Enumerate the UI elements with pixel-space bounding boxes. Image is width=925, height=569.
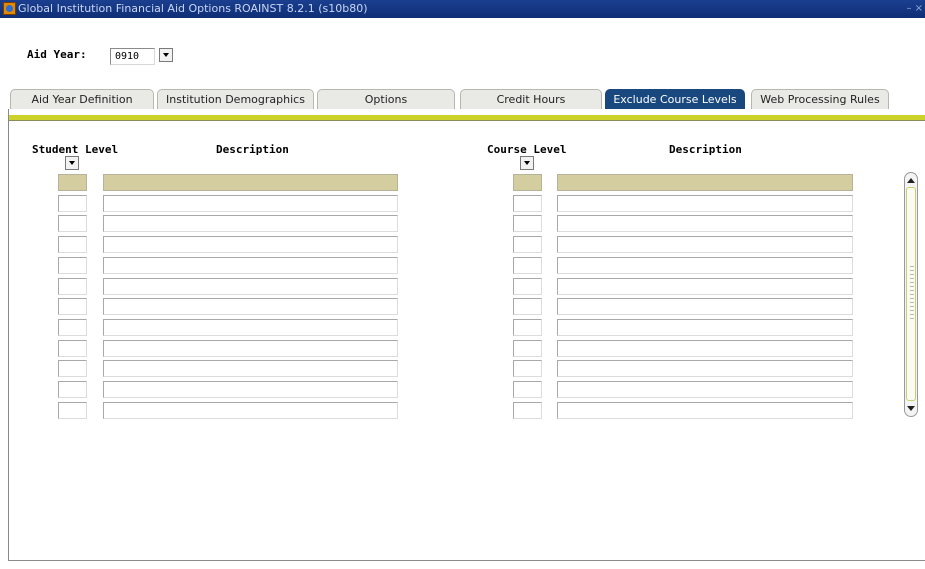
tab-credit-hours[interactable]: Credit Hours [460,89,602,109]
scroll-grip-icon[interactable] [910,266,914,322]
student-level-field[interactable] [58,257,87,274]
student-level-field[interactable] [58,278,87,295]
course-level-field[interactable] [513,381,542,398]
student-level-field[interactable] [58,195,87,212]
student-description-field[interactable] [103,195,398,212]
student-description-field[interactable] [103,340,398,357]
course-description-field[interactable] [557,215,853,232]
scroll-up-icon[interactable] [906,175,916,185]
course-level-field[interactable] [513,298,542,315]
student-level-lov-button[interactable] [65,156,79,170]
student-level-field[interactable] [58,298,87,315]
course-description-field[interactable] [557,319,853,336]
student-description-field[interactable] [103,257,398,274]
section-separator-line [9,120,925,121]
scroll-track[interactable] [906,187,916,401]
student-description-field[interactable] [103,236,398,253]
course-description-field[interactable] [557,360,853,377]
course-description-field[interactable] [557,236,853,253]
window-controls[interactable]: – × [906,0,923,18]
app-icon [3,2,16,15]
course-description-field[interactable] [557,381,853,398]
student-description-field[interactable] [103,278,398,295]
student-level-field[interactable] [58,381,87,398]
student-level-field[interactable] [58,215,87,232]
course-level-lov-button[interactable] [520,156,534,170]
course-level-field[interactable] [513,236,542,253]
student-level-field[interactable] [58,340,87,357]
course-level-field[interactable] [513,174,542,191]
tab-institution-demographics[interactable]: Institution Demographics [157,89,314,109]
course-description-field[interactable] [557,257,853,274]
student-level-field[interactable] [58,319,87,336]
course-level-field[interactable] [513,402,542,419]
course-description-field[interactable] [557,402,853,419]
student-description-header: Description [216,143,289,156]
tab-exclude-course-levels[interactable]: Exclude Course Levels [605,89,745,109]
course-description-header: Description [669,143,742,156]
student-level-field[interactable] [58,174,87,191]
window-title: Global Institution Financial Aid Options… [18,2,368,15]
course-level-field[interactable] [513,340,542,357]
student-level-field[interactable] [58,236,87,253]
scroll-down-icon[interactable] [906,404,916,414]
student-level-field[interactable] [58,360,87,377]
window-title-bar: Global Institution Financial Aid Options… [0,0,925,18]
student-description-field[interactable] [103,360,398,377]
student-level-header: Student Level [32,143,119,156]
course-level-field[interactable] [513,257,542,274]
student-level-field[interactable] [58,402,87,419]
course-description-field[interactable] [557,298,853,315]
student-description-field[interactable] [103,402,398,419]
course-level-field[interactable] [513,360,542,377]
course-level-header: Course Level [487,143,567,156]
student-description-field[interactable] [103,381,398,398]
tab-web-processing-rules[interactable]: Web Processing Rules [751,89,889,109]
aid-year-label: Aid Year: [27,48,87,61]
tab-options[interactable]: Options [317,89,455,109]
course-level-field[interactable] [513,319,542,336]
student-description-field[interactable] [103,215,398,232]
student-description-field[interactable] [103,298,398,315]
course-level-field[interactable] [513,215,542,232]
course-description-field[interactable] [557,195,853,212]
aid-year-input[interactable]: 0910 [110,48,155,65]
course-level-field[interactable] [513,278,542,295]
student-description-field[interactable] [103,319,398,336]
tab-aid-year-definition[interactable]: Aid Year Definition [10,89,154,109]
records-scrollbar[interactable] [904,172,918,417]
aid-year-lov-button[interactable] [159,48,173,62]
course-description-field[interactable] [557,340,853,357]
course-description-field[interactable] [557,174,853,191]
course-level-field[interactable] [513,195,542,212]
course-description-field[interactable] [557,278,853,295]
student-description-field[interactable] [103,174,398,191]
